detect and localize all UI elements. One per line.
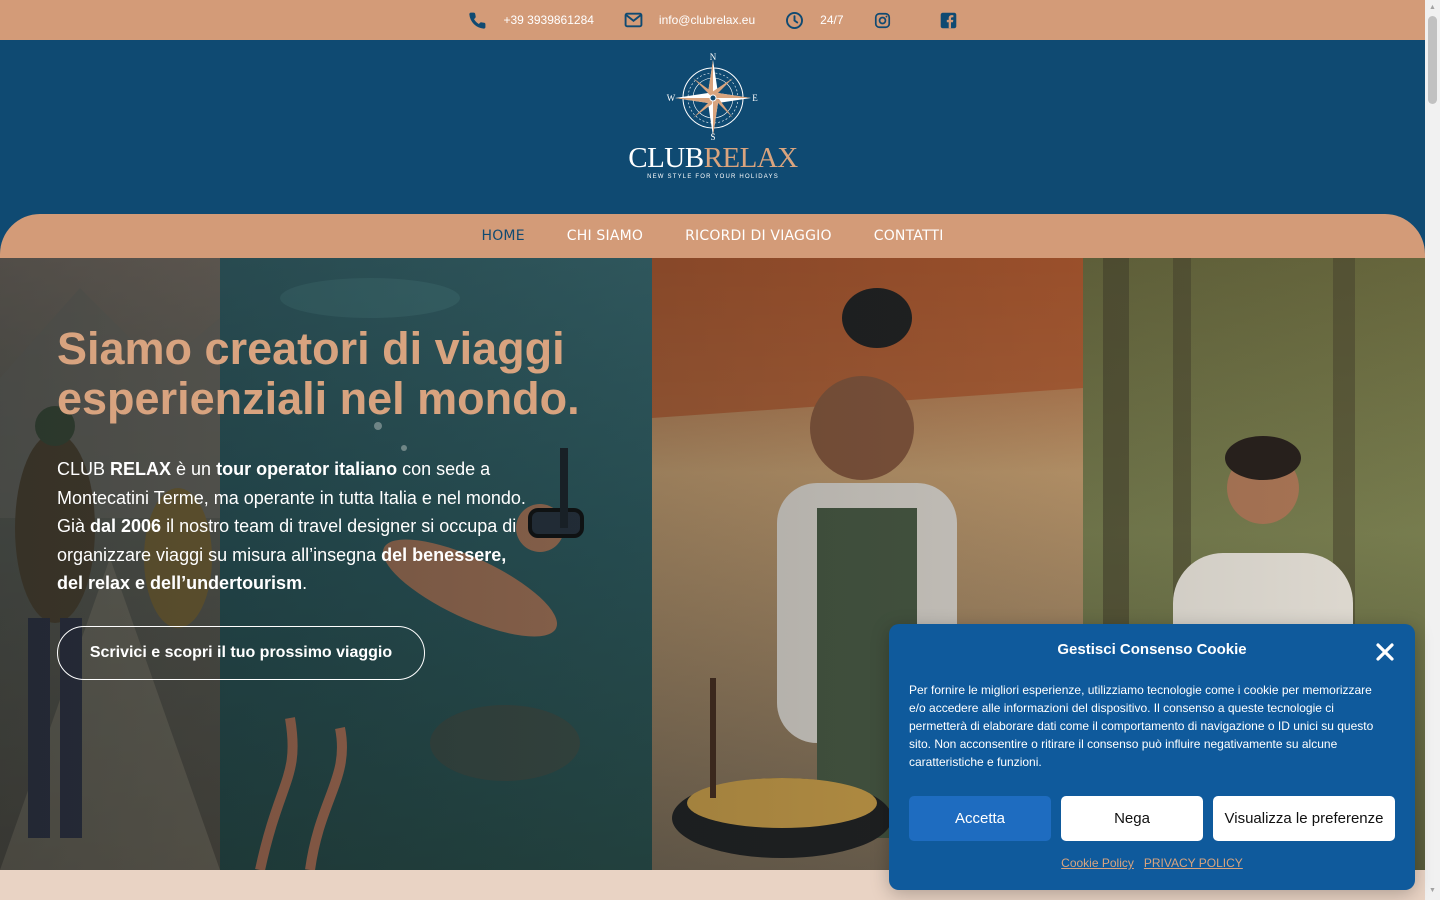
- clock-icon: [785, 11, 804, 30]
- cookie-links: Cookie Policy PRIVACY POLICY: [889, 856, 1415, 870]
- site-logo[interactable]: N E S W CLUBRELAX NEW STYLE FOR YOUR HOL…: [624, 52, 802, 186]
- main-nav: HOME CHI SIAMO RICORDI DI VIAGGIO CONTAT…: [0, 214, 1425, 258]
- phone-icon: [468, 11, 487, 30]
- svg-text:E: E: [752, 93, 758, 103]
- instagram-link[interactable]: [874, 12, 891, 29]
- hero-title: Siamo creatori di viaggi esperienziali n…: [57, 323, 580, 424]
- privacy-policy-link[interactable]: PRIVACY POLICY: [1144, 856, 1243, 870]
- svg-text:W: W: [667, 93, 676, 103]
- compass-rose-icon: N E S W: [667, 52, 759, 142]
- nav-item-ricordi-di-viaggio[interactable]: RICORDI DI VIAGGIO: [685, 228, 832, 244]
- instagram-icon: [874, 12, 891, 29]
- close-icon[interactable]: [1373, 640, 1397, 664]
- cookie-accept-button[interactable]: Accetta: [909, 796, 1051, 841]
- phone-number: +39 3939861284: [503, 13, 594, 27]
- svg-text:N: N: [710, 52, 717, 62]
- email-contact[interactable]: info@clubrelax.eu: [624, 12, 755, 28]
- scroll-down-arrow-icon[interactable]: ▼: [1428, 886, 1437, 896]
- envelope-icon: [624, 12, 643, 28]
- hero-cta-button[interactable]: Scrivici e scopri il tuo prossimo viaggi…: [57, 626, 425, 680]
- nav-item-chi-siamo[interactable]: CHI SIAMO: [567, 228, 643, 244]
- logo-tagline: NEW STYLE FOR YOUR HOLIDAYS: [647, 174, 779, 180]
- cookie-dialog-title: Gestisci Consenso Cookie: [1057, 641, 1247, 658]
- scrollbar-thumb[interactable]: [1428, 16, 1437, 104]
- hours-text: 24/7: [820, 13, 844, 27]
- facebook-icon: [940, 12, 957, 29]
- cookie-preferences-button[interactable]: Visualizza le preferenze: [1213, 796, 1395, 841]
- cookie-dialog-body: Per fornire le migliori esperienze, util…: [909, 683, 1374, 769]
- cookie-consent-dialog: Gestisci Consenso Cookie Per fornire le …: [889, 624, 1415, 890]
- facebook-link[interactable]: [940, 12, 957, 29]
- svg-text:S: S: [710, 132, 715, 142]
- cookie-policy-link[interactable]: Cookie Policy: [1061, 856, 1134, 870]
- top-contact-bar: +39 3939861284 info@clubrelax.eu 24/7: [0, 0, 1425, 40]
- email-address: info@clubrelax.eu: [658, 13, 756, 27]
- hero-description: CLUB RELAX è un tour operator italiano c…: [57, 459, 526, 594]
- nav-item-home[interactable]: HOME: [481, 228, 524, 244]
- page-scrollbar[interactable]: ▲ ▼: [1425, 0, 1440, 900]
- hours-contact: 24/7: [785, 11, 844, 30]
- scroll-up-arrow-icon[interactable]: ▲: [1428, 3, 1437, 13]
- logo-wordmark: CLUBRELAX: [628, 142, 798, 174]
- site-header: N E S W CLUBRELAX NEW STYLE FOR YOUR HOL…: [0, 40, 1425, 258]
- phone-contact[interactable]: +39 3939861284: [468, 11, 594, 30]
- nav-item-contatti[interactable]: CONTATTI: [874, 228, 944, 244]
- cookie-deny-button[interactable]: Nega: [1061, 796, 1203, 841]
